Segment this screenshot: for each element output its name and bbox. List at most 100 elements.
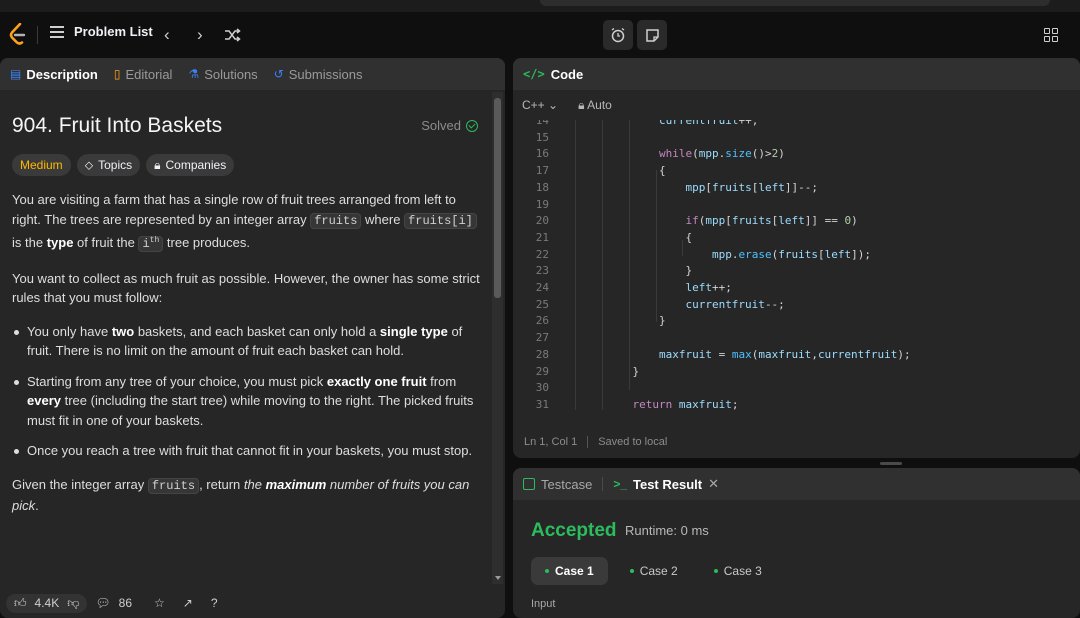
companies-button[interactable]: 🔒︎ Companies [146,154,235,176]
code-line[interactable]: 24 left++; [513,279,1080,296]
text: where [361,211,405,227]
text: tree produces. [163,235,250,250]
notes-button[interactable] [637,20,667,50]
input-label: Input [531,598,556,610]
description-panel: ▤ Description ▯ Editorial ⚗ Solutions ↺ … [0,58,505,618]
shuffle-icon[interactable] [224,28,241,42]
scroll-thumb[interactable] [494,98,501,298]
tab-label: Description [26,66,98,82]
code-line[interactable]: 25 currentfruit--; [513,296,1080,313]
divider [37,26,38,44]
text: baskets, and each basket can only hold a [134,323,380,339]
pass-dot-icon [713,569,718,573]
code-line[interactable]: 16 while(mpp.size()>2) [513,145,1080,162]
code-text: } [553,364,640,378]
text: You only have [27,323,112,339]
autosave-label: Auto [587,97,612,112]
description-scrollbar[interactable] [492,92,503,584]
companies-label: Companies [165,158,227,172]
code-line[interactable]: 30 [513,379,1080,396]
tab-label: Solutions [204,66,258,82]
case-tab-3[interactable]: Case 3 [700,557,776,585]
editor-status-bar: Ln 1, Col 1 Saved to local [513,432,1080,452]
problem-body: You are visiting a farm that has a singl… [12,190,484,516]
case-tab-1[interactable]: Case 1 [531,557,608,585]
tab-label: Submissions [288,66,363,82]
code-line[interactable]: 29 } [513,363,1080,380]
layout-grid-icon[interactable] [1044,28,1058,42]
code-line[interactable]: 14 currentfruit++; [513,120,1080,129]
tab-testcase[interactable]: Testcase [523,477,592,492]
paragraph: You are visiting a farm that has a singl… [12,190,484,255]
code-line[interactable]: 17 { [513,162,1080,179]
tab-label: Editorial [125,66,173,82]
code-line[interactable]: 15 [513,129,1080,146]
editor-toolbar: C++ ⌄ 🔒︎ Auto [513,90,1080,120]
inline-code: ith [138,236,164,252]
topics-button[interactable]: ⬦ Topics [76,154,141,176]
code-line[interactable]: 21 { [513,229,1080,246]
scroll-down-icon[interactable] [495,576,501,580]
italic-text: the [243,476,266,492]
case-label: Case 2 [639,564,678,578]
bold-italic-text: maximum [265,476,327,492]
chevron-left-icon[interactable]: ‹ [164,25,170,45]
address-bar[interactable] [540,0,1050,6]
text: . [35,498,39,513]
inline-code: fruits [310,212,362,229]
leetcode-logo-icon[interactable] [8,23,28,47]
code-line[interactable]: 18 mpp[fruits[left]]--; [513,179,1080,196]
chevron-right-icon[interactable]: › [197,25,203,45]
bold-text: every [27,393,61,408]
panel-resize-handle[interactable] [880,462,902,465]
chevron-down-icon: ⌄ [548,98,559,112]
code-line[interactable]: 19 [513,196,1080,213]
description-icon: ▤ [10,67,22,81]
flask-icon: ⚗ [188,67,200,81]
code-panel: </> Code C++ ⌄ 🔒︎ Auto 14 currentfruit++… [513,58,1080,458]
language-label: C++ [522,98,545,112]
history-icon: ↺ [273,67,284,81]
code-line[interactable]: 28 maxfruit = max(maxfruit,currentfruit)… [513,346,1080,363]
inline-code: fruits [147,477,200,494]
list-item: Starting from any tree of your choice, y… [12,372,484,431]
code-line[interactable]: 23 } [513,262,1080,279]
top-navbar: Problem List ‹ › [0,12,1080,58]
paragraph: Given the integer array fruits, return t… [12,475,484,516]
code-line[interactable]: 22 mpp.erase(fruits[left]); [513,246,1080,263]
code-text: } [553,264,693,278]
alarm-clock-icon [611,27,625,43]
runtime-label: Runtime: 0 ms [625,523,709,538]
solved-label: Solved [421,118,461,133]
timer-button[interactable] [603,20,633,50]
problem-list-label: Problem List [74,24,153,39]
description-tabs: ▤ Description ▯ Editorial ⚗ Solutions ↺ … [0,58,505,90]
tab-submissions[interactable]: ↺ Submissions [274,67,363,82]
thumbs-up-icon[interactable]: 👍︎ [14,596,27,611]
code-text: mpp.erase(fruits[left]); [711,247,871,261]
code-line[interactable]: 20 if(mpp[fruits[left]] == 0) [513,212,1080,229]
code-line[interactable]: 26 } [513,312,1080,329]
like-count: 4.4K [34,595,60,610]
rules-list: You only have two baskets, and each bask… [12,322,484,461]
tab-editorial[interactable]: ▯ Editorial [114,67,173,82]
tab-solutions[interactable]: ⚗ Solutions [188,67,257,82]
close-icon[interactable]: ✕ [708,476,719,492]
tab-description[interactable]: ▤ Description [10,67,98,82]
language-select[interactable]: C++ ⌄ [522,98,558,112]
list-item: Once you reach a tree with fruit that ca… [12,441,484,461]
thumbs-down-icon[interactable]: 👎︎ [67,596,79,611]
problem-list-button[interactable]: Problem List [50,24,153,39]
solved-status: Solved [421,118,478,133]
tab-test-result[interactable]: >_ Test Result ✕ [613,476,719,492]
autosave-toggle[interactable]: 🔒︎ Auto [578,98,612,113]
code-text: { [553,230,693,244]
problem-description: 904. Fruit Into Baskets Solved Medium ⬦ T… [12,92,484,530]
inline-code: fruits[i] [404,212,477,229]
case-tab-2[interactable]: Case 2 [616,557,692,585]
code-editor[interactable]: 14 currentfruit++; 15 16 while(mpp.size()>… [513,120,1080,410]
code-line[interactable]: 31 return maxfruit; [513,396,1080,410]
topics-label: Topics [98,158,133,172]
page-title[interactable]: 904. Fruit Into Baskets [12,114,222,138]
code-line[interactable]: 27 [513,329,1080,346]
